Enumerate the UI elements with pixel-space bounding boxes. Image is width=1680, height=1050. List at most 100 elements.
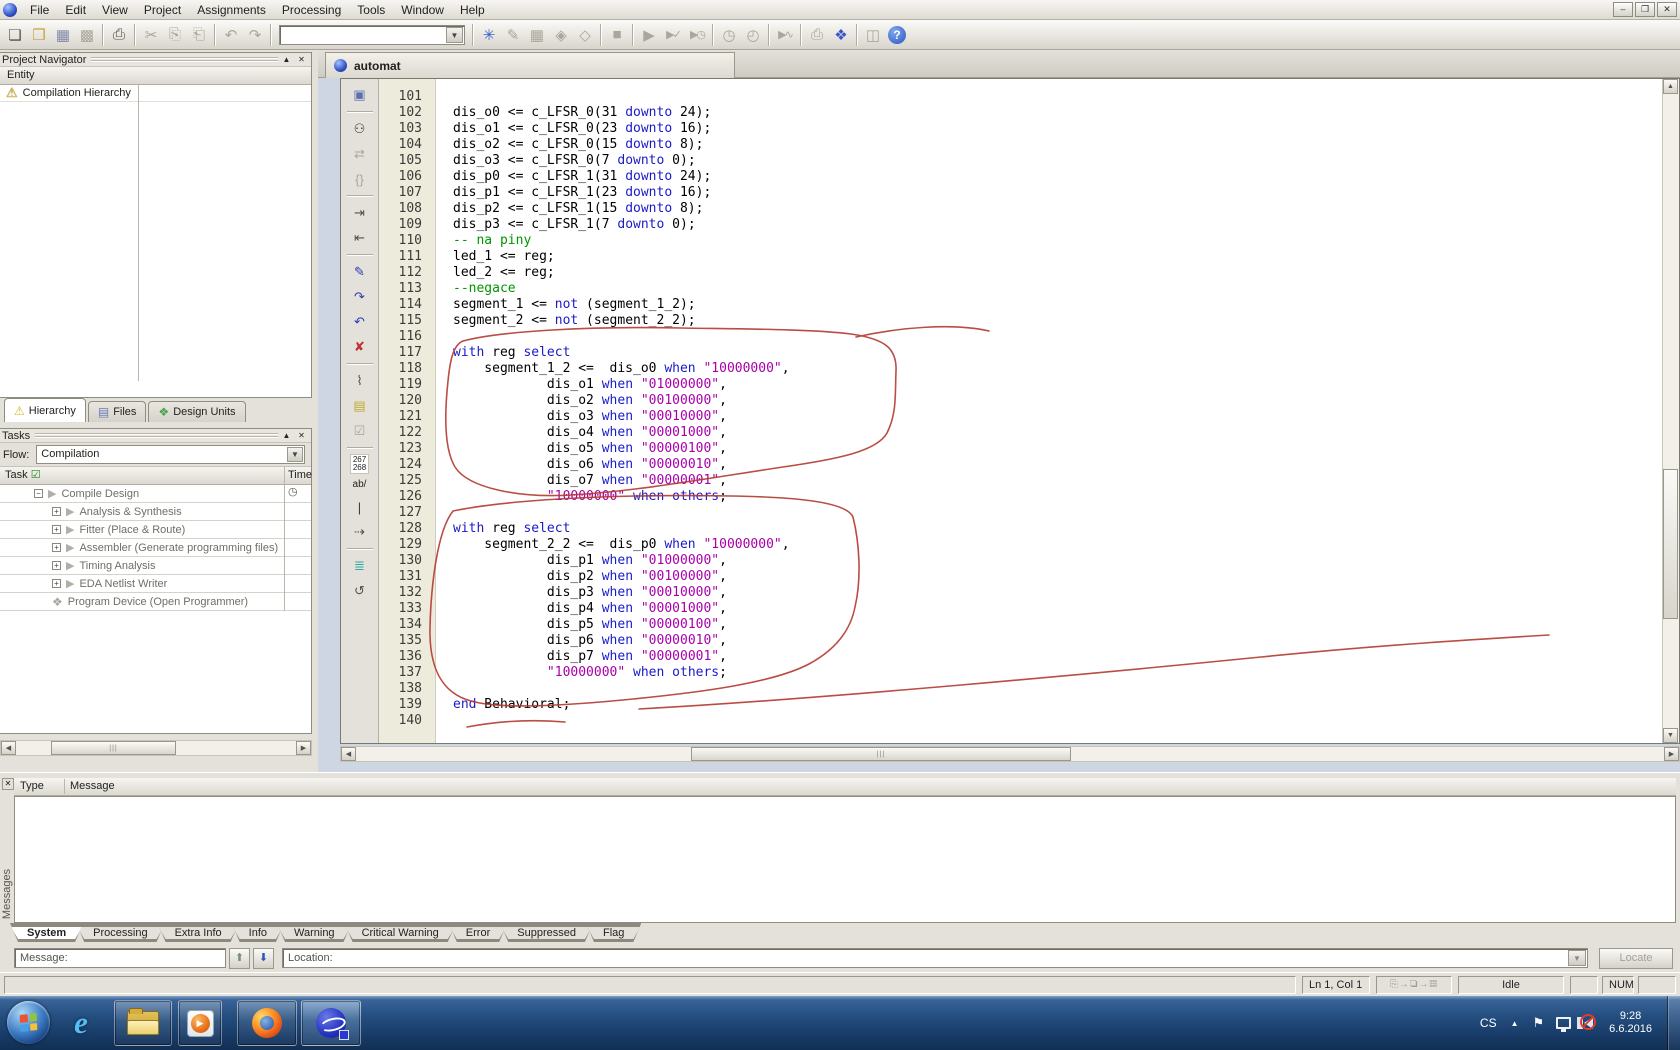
volume-muted-icon[interactable]: [1584, 1017, 1593, 1029]
chevron-down-icon[interactable]: ▼: [287, 447, 303, 462]
messages-tab-error[interactable]: Error: [449, 923, 507, 942]
task-row[interactable]: +▶Analysis & Synthesis: [0, 503, 311, 521]
timequest-analyzer-button[interactable]: ◷: [717, 23, 741, 47]
expand-icon[interactable]: +: [52, 561, 61, 570]
editor-vscrollbar[interactable]: ▲ ▼: [1662, 79, 1679, 743]
network-icon[interactable]: [1556, 1017, 1571, 1029]
open-file-button[interactable]: ❒: [27, 23, 51, 47]
scroll-left-arrow[interactable]: ◀: [341, 747, 356, 761]
panel-grip[interactable]: [35, 433, 278, 439]
flow-combobox[interactable]: Compilation ▼: [36, 445, 305, 464]
messages-tab-extra-info[interactable]: Extra Info: [158, 923, 239, 942]
scroll-down-arrow[interactable]: ▼: [1663, 728, 1678, 743]
entity-column-header[interactable]: Entity: [0, 67, 311, 85]
location-field[interactable]: Location: ▼: [282, 948, 1588, 968]
restore-button[interactable]: ❐: [1635, 2, 1655, 17]
decrease-indent-button[interactable]: ⇤: [347, 227, 373, 249]
analyze-current-file-button[interactable]: ☑: [347, 420, 373, 442]
taskbar-media-player[interactable]: ▶: [178, 1000, 222, 1046]
minimize-button[interactable]: –: [1613, 2, 1633, 17]
close-panel-button[interactable]: ✕: [295, 54, 308, 66]
previous-bookmark-button[interactable]: ↶: [347, 311, 373, 333]
language-indicator[interactable]: CS: [1480, 1016, 1497, 1030]
simulator-button[interactable]: ▶∿: [773, 23, 797, 47]
messages-tab-suppressed[interactable]: Suppressed: [500, 923, 593, 942]
compilation-hierarchy-row[interactable]: ⚠ Compilation Hierarchy: [0, 85, 311, 102]
task-row[interactable]: ❖Program Device (Open Programmer): [0, 593, 311, 611]
signaltap-button[interactable]: ❖: [829, 23, 853, 47]
task-table-header[interactable]: Task ☑ Time ◷: [0, 467, 311, 485]
scroll-right-arrow[interactable]: ▶: [296, 741, 311, 755]
message-field[interactable]: Message:: [14, 948, 226, 968]
goto-line-button[interactable]: ⇢: [347, 521, 373, 543]
locate-button[interactable]: Locate: [1599, 948, 1673, 969]
expand-icon[interactable]: +: [52, 543, 61, 552]
document-tab-automat[interactable]: automat: [325, 52, 735, 78]
classic-timing-button[interactable]: ◴: [741, 23, 765, 47]
messages-list[interactable]: [14, 796, 1676, 923]
scroll-up-arrow[interactable]: ▲: [1663, 79, 1678, 94]
clear-bookmarks-button[interactable]: ✘: [347, 336, 373, 358]
show-hidden-icons-button[interactable]: ▲: [1511, 1019, 1519, 1028]
save-button[interactable]: ▦: [51, 23, 75, 47]
tab-hierarchy[interactable]: ⚠Hierarchy: [4, 398, 86, 422]
collapse-icon[interactable]: −: [34, 489, 43, 498]
taskbar-internet-explorer[interactable]: e: [58, 1000, 104, 1046]
close-messages-button[interactable]: ✕: [2, 778, 14, 790]
scroll-left-arrow[interactable]: ◀: [1, 741, 16, 755]
replace-button[interactable]: ⇄: [347, 143, 373, 165]
menu-view[interactable]: View: [94, 1, 136, 19]
stop-processing-button[interactable]: ■: [605, 23, 629, 47]
redo-button[interactable]: ↷: [243, 23, 267, 47]
analysis-synthesis-button[interactable]: ▶✓: [661, 23, 685, 47]
timing-assignments-button[interactable]: ◇: [573, 23, 597, 47]
taskbar-firefox[interactable]: [237, 1000, 297, 1046]
find-button[interactable]: ⚇: [347, 118, 373, 140]
editor-hscrollbar[interactable]: ◀ ▶ |||: [340, 746, 1680, 762]
task-row[interactable]: −▶Compile Design: [0, 485, 311, 503]
messages-tab-critical-warning[interactable]: Critical Warning: [345, 923, 456, 942]
messages-table-header[interactable]: Type Message: [14, 778, 1676, 796]
task-row[interactable]: +▶EDA Netlist Writer: [0, 575, 311, 593]
action-center-flag-icon[interactable]: ⚑: [1533, 1015, 1545, 1031]
column-divider[interactable]: [138, 85, 139, 381]
messages-tab-system[interactable]: System: [10, 923, 83, 942]
pin-planner-button[interactable]: ◈: [549, 23, 573, 47]
fitter-run-button[interactable]: ▶◷: [685, 23, 709, 47]
menu-help[interactable]: Help: [452, 1, 493, 19]
task-row[interactable]: +▶Timing Analysis: [0, 557, 311, 575]
scroll-thumb[interactable]: [1663, 469, 1678, 619]
help-button[interactable]: ?: [888, 26, 906, 44]
increase-indent-button[interactable]: ⇥: [347, 202, 373, 224]
programmer-button[interactable]: ◫: [861, 23, 885, 47]
toggle-bookmark-button[interactable]: ✎: [347, 261, 373, 283]
close-button[interactable]: ✕: [1657, 2, 1677, 17]
chevron-down-icon[interactable]: ▼: [1568, 950, 1586, 966]
messages-tab-flag[interactable]: Flag: [586, 923, 641, 942]
comment-selection-button[interactable]: ≣: [347, 555, 373, 577]
taskbar-quartus[interactable]: [301, 1000, 361, 1046]
messages-tab-processing[interactable]: Processing: [76, 923, 164, 942]
cut-button[interactable]: ✂: [139, 23, 163, 47]
start-analysis-button[interactable]: ✳: [477, 23, 501, 47]
next-bookmark-button[interactable]: ↷: [347, 286, 373, 308]
add-note-button[interactable]: ▤: [347, 395, 373, 417]
paste-button[interactable]: ⎗: [187, 23, 211, 47]
undo-button[interactable]: ↶: [219, 23, 243, 47]
tab-design-units[interactable]: ❖Design Units: [148, 401, 245, 422]
next-message-button[interactable]: ⬇: [253, 948, 274, 969]
cursor-mode-button[interactable]: |: [347, 496, 373, 518]
panel-grip[interactable]: [91, 57, 278, 63]
show-desktop-button[interactable]: [1667, 996, 1680, 1050]
expand-icon[interactable]: +: [52, 507, 61, 516]
scroll-thumb[interactable]: |||: [691, 747, 1071, 761]
copy-button[interactable]: ⎘: [163, 23, 187, 47]
assignment-editor-button[interactable]: ▦: [525, 23, 549, 47]
menu-edit[interactable]: Edit: [57, 1, 94, 19]
previous-message-button[interactable]: ⬆: [229, 948, 250, 969]
left-panel-hscrollbar[interactable]: ◀ ▶ |||: [0, 740, 312, 756]
scroll-thumb[interactable]: |||: [51, 741, 176, 755]
netlist-viewer-button[interactable]: ⎙: [805, 23, 829, 47]
print-button[interactable]: ⎙: [107, 23, 131, 47]
code-area[interactable]: dis_o0 <= c_LFSR_0(31 downto 24);dis_o1 …: [436, 79, 1662, 743]
